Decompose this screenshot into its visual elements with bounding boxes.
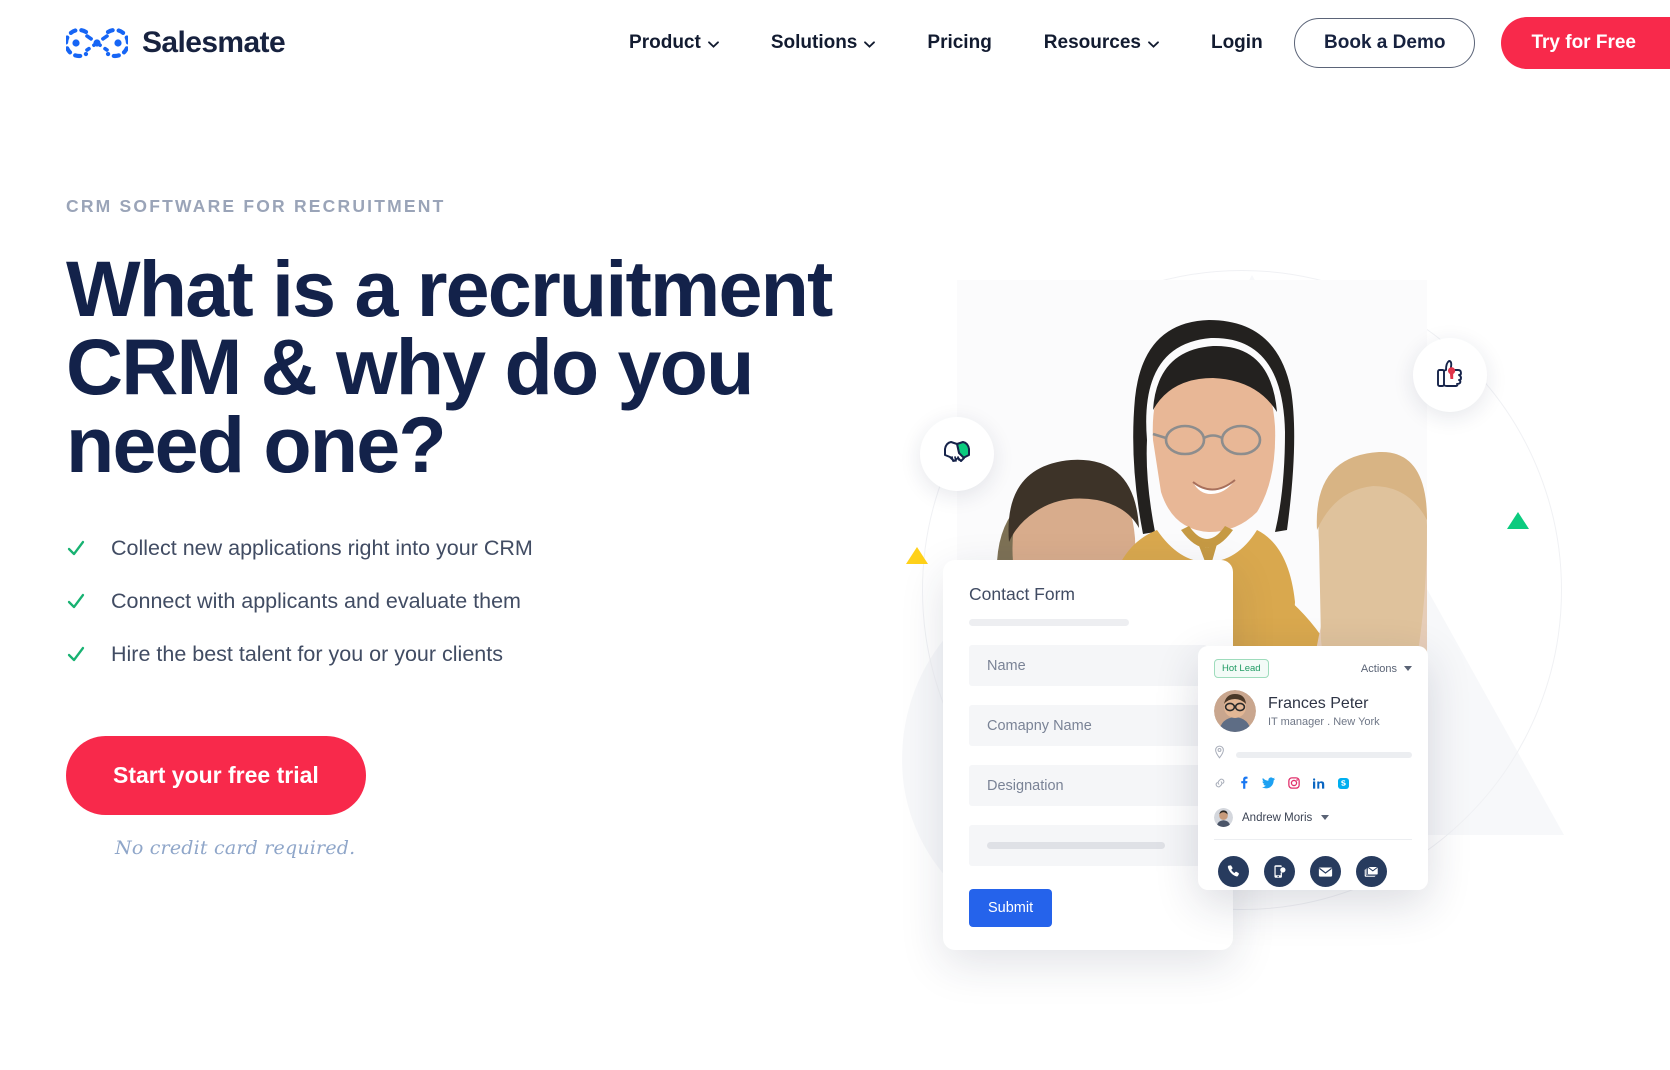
thumbs-up-icon <box>1433 356 1467 395</box>
contact-form-card: Contact Form Name Comapny Name Designati… <box>943 560 1233 950</box>
nav-label: Pricing <box>927 31 992 53</box>
link-icon[interactable] <box>1214 776 1226 794</box>
yellow-triangle-icon <box>906 547 928 564</box>
header-actions: Book a Demo Try for Free <box>1294 16 1670 69</box>
book-a-demo-button[interactable]: Book a Demo <box>1294 17 1476 68</box>
handshake-icon <box>940 435 974 474</box>
chevron-down-icon <box>1148 41 1159 48</box>
status-badge: Hot Lead <box>1214 659 1269 678</box>
owner-name: Andrew Moris <box>1242 811 1313 824</box>
no-credit-card-note: No credit card required. <box>115 836 356 859</box>
lead-owner[interactable]: Andrew Moris <box>1214 808 1412 840</box>
list-item-label: Hire the best talent for you or your cli… <box>111 641 503 666</box>
field-placeholder: Name <box>987 657 1026 674</box>
list-item: Connect with applicants and evaluate the… <box>66 589 856 614</box>
list-item: Collect new applications right into your… <box>66 536 856 561</box>
avatar <box>1214 690 1256 732</box>
contact-lead-card: Hot Lead Actions Frances Peter IT manage… <box>1198 646 1428 890</box>
handshake-badge <box>920 417 994 491</box>
list-item-label: Connect with applicants and evaluate the… <box>111 588 521 613</box>
main-navigation: Product Solutions Pricing Resources Logi… <box>603 32 1289 54</box>
nav-item-pricing[interactable]: Pricing <box>901 32 1017 54</box>
nav-item-resources[interactable]: Resources <box>1018 32 1185 54</box>
twitter-icon[interactable] <box>1262 776 1275 794</box>
chevron-down-icon <box>707 41 719 48</box>
green-check-icon <box>66 644 86 664</box>
hero-content: CRM SOFTWARE FOR RECRUITMENT What is a r… <box>66 196 856 859</box>
sms-icon[interactable] <box>1264 856 1295 887</box>
nav-label: Resources <box>1043 31 1141 53</box>
field-placeholder: Comapny Name <box>987 717 1092 734</box>
form-divider-bar <box>969 619 1129 626</box>
list-item-label: Collect new applications right into your… <box>111 535 533 560</box>
green-check-icon <box>66 538 86 558</box>
nav-label: Product <box>629 31 701 53</box>
contact-form-title: Contact Form <box>969 584 1075 604</box>
brand-name: Salesmate <box>142 25 286 59</box>
linkedin-icon[interactable] <box>1313 776 1325 794</box>
call-icon[interactable] <box>1218 856 1249 887</box>
name-field[interactable]: Name <box>969 645 1207 686</box>
hero-eyebrow: CRM SOFTWARE FOR RECRUITMENT <box>66 196 446 216</box>
owner-avatar <box>1214 808 1233 827</box>
email-icon[interactable] <box>1310 856 1341 887</box>
start-free-trial-button[interactable]: Start your free trial <box>66 735 366 815</box>
chevron-down-icon <box>864 41 876 48</box>
nav-label: Login <box>1210 31 1263 53</box>
submit-button[interactable]: Submit <box>969 889 1053 927</box>
brand-logo-link[interactable]: Salesmate <box>64 25 286 60</box>
nav-label: Solutions <box>770 31 858 53</box>
green-triangle-icon <box>1507 512 1529 529</box>
salesmate-logo-icon <box>64 26 130 60</box>
company-name-field[interactable]: Comapny Name <box>969 705 1207 746</box>
try-for-free-button[interactable]: Try for Free <box>1501 16 1670 69</box>
caret-down-icon <box>1404 666 1412 671</box>
location-skeleton-bar <box>1236 751 1412 758</box>
thumbs-up-badge <box>1413 338 1487 412</box>
list-item: Hire the best talent for you or your cli… <box>66 642 856 667</box>
social-links <box>1214 776 1412 794</box>
facebook-icon[interactable] <box>1239 776 1249 794</box>
map-pin-icon <box>1214 745 1225 764</box>
lead-name: Frances Peter <box>1268 694 1369 712</box>
field-skeleton-bar <box>987 842 1165 849</box>
instagram-icon[interactable] <box>1288 776 1300 794</box>
nav-item-login[interactable]: Login <box>1185 32 1289 54</box>
nav-item-product[interactable]: Product <box>603 32 745 54</box>
lead-quick-actions <box>1198 840 1428 887</box>
hero-illustration: Contact Form Name Comapny Name Designati… <box>880 250 1670 1070</box>
actions-dropdown[interactable]: Actions <box>1361 663 1412 675</box>
designation-field[interactable]: Designation <box>969 765 1207 806</box>
skype-icon[interactable] <box>1338 776 1349 794</box>
page-title: What is a recruitment CRM & why do you n… <box>66 244 833 490</box>
lead-meta: IT manager . New York <box>1268 715 1380 728</box>
bulk-email-icon[interactable] <box>1356 856 1387 887</box>
site-header: Salesmate Product Solutions Pricing Reso… <box>0 0 1670 85</box>
nav-item-solutions[interactable]: Solutions <box>745 32 902 54</box>
message-field[interactable] <box>969 825 1207 866</box>
green-check-icon <box>66 591 86 611</box>
caret-down-icon[interactable] <box>1321 815 1330 820</box>
hero-benefit-list: Collect new applications right into your… <box>66 536 856 667</box>
field-placeholder: Designation <box>987 777 1064 794</box>
actions-label: Actions <box>1360 662 1397 675</box>
